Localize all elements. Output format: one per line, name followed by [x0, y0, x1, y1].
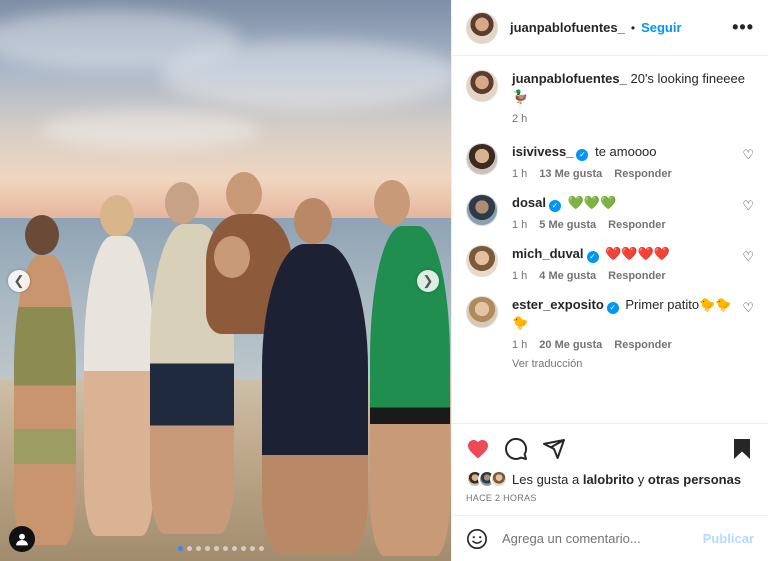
comment-username[interactable]: dosal [512, 195, 546, 210]
verified-badge-icon: ✓ [548, 200, 561, 212]
comment-likes[interactable]: 20 Me gusta [539, 339, 602, 351]
carousel-dot [223, 546, 228, 551]
liker-avatar [490, 470, 508, 488]
comment-likes[interactable]: 5 Me gusta [539, 219, 596, 231]
comment-like-heart-icon[interactable]: ♡ [742, 300, 754, 316]
comment-time[interactable]: 1 h [512, 339, 527, 351]
liker-username[interactable]: lalobrito [583, 472, 634, 487]
comment-time[interactable]: 1 h [512, 270, 527, 282]
carousel-dot [232, 546, 237, 551]
caption-time[interactable]: 2 h [512, 113, 527, 125]
comment-time[interactable]: 1 h [512, 168, 527, 180]
carousel-dot [205, 546, 210, 551]
comment-text: ❤️❤️❤️❤️ [605, 246, 670, 261]
carousel-dot [214, 546, 219, 551]
reply-button[interactable]: Responder [614, 168, 671, 180]
likes-text: Les gusta a lalobrito y otras personas [512, 471, 742, 487]
comments-list: juanpablofuentes_ 20's looking fineeee🦆 … [452, 56, 768, 423]
carousel-dot [187, 546, 192, 551]
comment-like-heart-icon[interactable]: ♡ [742, 147, 754, 163]
comment-username[interactable]: isivivess_ [512, 144, 573, 159]
author-avatar[interactable] [466, 70, 498, 102]
comment-input[interactable] [502, 531, 703, 546]
instagram-post-modal: ❮ ❯ juanpablofuentes_ • Seguir ••• juanp… [0, 0, 768, 561]
post-timestamp[interactable]: HACE 2 HORAS [466, 493, 754, 503]
carousel-dot [250, 546, 255, 551]
commenter-avatar[interactable] [466, 245, 498, 277]
caption: juanpablofuentes_ 20's looking fineeee🦆 … [466, 70, 754, 125]
carousel-dot [178, 546, 183, 551]
post-actions: Les gusta a lalobrito y otras personas H… [452, 423, 768, 515]
comment-item: ester_exposito ✓ Primer patito🐤🐤🐤 1 h 20 … [466, 296, 754, 370]
chevron-right-icon: ❯ [422, 273, 434, 288]
comment-like-heart-icon[interactable]: ♡ [742, 198, 754, 214]
caption-username[interactable]: juanpablofuentes_ [512, 71, 627, 86]
comment-text: 💚💚💚 [567, 195, 617, 210]
verified-badge-icon: ✓ [576, 149, 589, 161]
comment-username[interactable]: ester_exposito [512, 297, 604, 312]
reply-button[interactable]: Responder [614, 339, 671, 351]
post-header: juanpablofuentes_ • Seguir ••• [452, 0, 768, 56]
see-translation-link[interactable]: Ver traducción [512, 358, 734, 370]
emoji-icon[interactable] [466, 528, 488, 550]
publish-button[interactable]: Publicar [703, 531, 754, 546]
reply-button[interactable]: Responder [608, 270, 665, 282]
follow-button[interactable]: Seguir [641, 20, 681, 35]
tagged-users-button[interactable] [9, 526, 35, 552]
like-heart-icon[interactable] [466, 437, 490, 461]
commenter-avatar[interactable] [466, 143, 498, 175]
carousel-dot [241, 546, 246, 551]
comment-icon[interactable] [504, 437, 528, 461]
carousel-next-button[interactable]: ❯ [417, 270, 439, 292]
comment-item: dosal ✓ 💚💚💚 1 h 5 Me gusta Responder ♡ [466, 194, 754, 231]
author-avatar[interactable] [466, 11, 498, 44]
chevron-left-icon: ❮ [13, 273, 25, 288]
likes-summary[interactable]: Les gusta a lalobrito y otras personas [466, 470, 754, 488]
carousel-dot [259, 546, 264, 551]
comment-likes[interactable]: 13 Me gusta [539, 168, 602, 180]
share-icon[interactable] [542, 437, 566, 461]
comment-like-heart-icon[interactable]: ♡ [742, 249, 754, 265]
header-separator: • [630, 20, 636, 35]
others-link[interactable]: otras personas [648, 472, 741, 487]
carousel-prev-button[interactable]: ❮ [8, 270, 30, 292]
carousel-dot [196, 546, 201, 551]
comment-item: isivivess_ ✓ te amoooo 1 h 13 Me gusta Re… [466, 143, 754, 180]
add-comment-bar: Publicar [452, 515, 768, 561]
comment-item: mich_duval ✓ ❤️❤️❤️❤️ 1 h 4 Me gusta Resp… [466, 245, 754, 282]
comment-text: te amoooo [595, 144, 657, 159]
post-side-panel: juanpablofuentes_ • Seguir ••• juanpablo… [451, 0, 768, 561]
post-photo[interactable]: ❮ ❯ [0, 0, 451, 561]
comment-username[interactable]: mich_duval [512, 246, 584, 261]
more-options-icon[interactable]: ••• [732, 17, 754, 38]
comment-likes[interactable]: 4 Me gusta [539, 270, 596, 282]
bookmark-icon[interactable] [730, 437, 754, 461]
verified-badge-icon: ✓ [586, 251, 599, 263]
author-username[interactable]: juanpablofuentes_ [510, 20, 625, 35]
verified-badge-icon: ✓ [606, 302, 619, 314]
reply-button[interactable]: Responder [608, 219, 665, 231]
commenter-avatar[interactable] [466, 194, 498, 226]
comment-time[interactable]: 1 h [512, 219, 527, 231]
carousel-indicator [178, 546, 264, 551]
user-icon [16, 533, 28, 546]
commenter-avatar[interactable] [466, 296, 498, 328]
